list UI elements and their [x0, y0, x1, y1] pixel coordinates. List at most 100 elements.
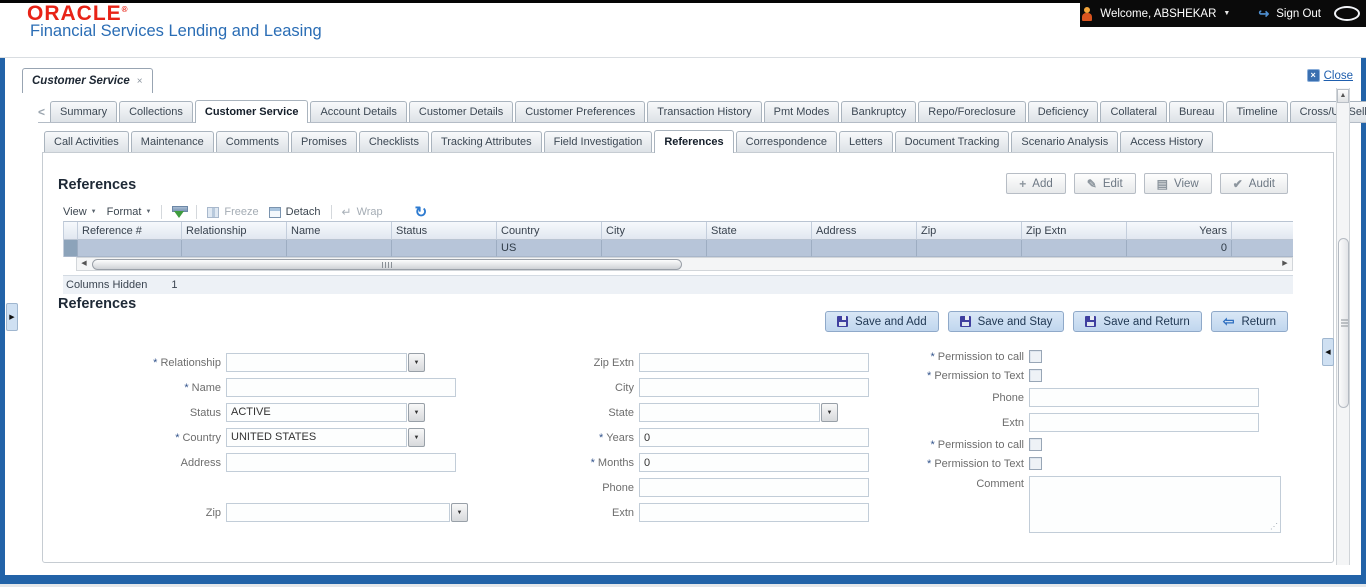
country-dropdown-icon[interactable]: ▼: [408, 428, 425, 447]
name-field[interactable]: [226, 378, 456, 397]
tab-deficiency[interactable]: Deficiency: [1027, 101, 1099, 122]
permission-to-call-checkbox-1[interactable]: [1029, 350, 1042, 363]
vertical-scrollbar[interactable]: ▲: [1336, 88, 1350, 565]
col-relationship[interactable]: Relationship: [182, 222, 287, 240]
zip-value[interactable]: [226, 503, 450, 522]
col-reference[interactable]: Reference #: [78, 222, 182, 240]
months-field[interactable]: [639, 453, 869, 472]
tab-collections[interactable]: Collections: [119, 101, 193, 122]
sign-out-link[interactable]: Sign Out: [1276, 8, 1321, 20]
subtab-correspondence[interactable]: Correspondence: [735, 131, 837, 152]
zip-dropdown-icon[interactable]: ▼: [451, 503, 468, 522]
col-zip-extn[interactable]: Zip Extn: [1022, 222, 1127, 240]
edit-button[interactable]: ✎ Edit: [1073, 173, 1136, 194]
window-tab-close-icon[interactable]: ×: [137, 76, 143, 87]
tab-timeline[interactable]: Timeline: [1226, 101, 1288, 122]
right-phone-field[interactable]: [1029, 388, 1259, 407]
tab-collateral[interactable]: Collateral: [1100, 101, 1167, 122]
status-dropdown-icon[interactable]: ▼: [408, 403, 425, 422]
status-select[interactable]: ACTIVE ▼: [226, 403, 425, 422]
tab-repo-foreclosure[interactable]: Repo/Foreclosure: [918, 101, 1026, 122]
subtab-access-history[interactable]: Access History: [1120, 131, 1213, 152]
return-button[interactable]: ⇦ Return: [1210, 311, 1288, 332]
col-state[interactable]: State: [707, 222, 812, 240]
zip-extn-field[interactable]: [639, 353, 869, 372]
state-dropdown-icon[interactable]: ▼: [821, 403, 838, 422]
subtab-call-activities[interactable]: Call Activities: [44, 131, 129, 152]
subtab-references[interactable]: References: [654, 130, 734, 153]
query-by-example-icon[interactable]: [172, 205, 189, 219]
state-select[interactable]: ▼: [639, 403, 838, 422]
comment-field[interactable]: [1029, 476, 1281, 533]
add-button[interactable]: + Add: [1006, 173, 1066, 194]
format-menu[interactable]: Format ▼: [107, 206, 152, 218]
horizontal-scrollbar[interactable]: ◀ ▶: [76, 257, 1293, 271]
col-name[interactable]: Name: [287, 222, 392, 240]
years-field[interactable]: [639, 428, 869, 447]
permission-to-call-checkbox-2[interactable]: [1029, 438, 1042, 451]
col-status[interactable]: Status: [392, 222, 497, 240]
subtab-scenario-analysis[interactable]: Scenario Analysis: [1011, 131, 1119, 152]
tab-account-details[interactable]: Account Details: [310, 101, 407, 122]
save-and-stay-button[interactable]: Save and Stay: [947, 311, 1065, 332]
relationship-select[interactable]: ▼: [226, 353, 425, 372]
tab-cross-up-sell[interactable]: Cross/Up Sell: [1289, 101, 1366, 122]
col-country[interactable]: Country: [497, 222, 602, 240]
subtab-comments[interactable]: Comments: [215, 131, 289, 152]
phone-field[interactable]: [639, 478, 869, 497]
subtab-document-tracking[interactable]: Document Tracking: [894, 131, 1010, 152]
status-value[interactable]: ACTIVE: [226, 403, 407, 422]
tab-customer-details[interactable]: Customer Details: [408, 101, 514, 122]
hscroll-left-icon[interactable]: ◀: [77, 258, 91, 270]
audit-button[interactable]: ✔ Audit: [1219, 173, 1288, 194]
close-button[interactable]: × Close: [1306, 69, 1353, 82]
tab-bureau[interactable]: Bureau: [1168, 101, 1225, 122]
save-and-add-button[interactable]: Save and Add: [824, 311, 939, 332]
left-panel-expander[interactable]: ▶: [6, 303, 18, 331]
col-zip[interactable]: Zip: [917, 222, 1022, 240]
permission-to-text-checkbox-2[interactable]: [1029, 457, 1042, 470]
hscroll-right-icon[interactable]: ▶: [1278, 258, 1292, 270]
tab-transaction-history[interactable]: Transaction History: [647, 101, 762, 122]
detach-button[interactable]: Detach: [268, 206, 321, 218]
right-panel-expander[interactable]: ◀: [1322, 338, 1334, 366]
tab-customer-preferences[interactable]: Customer Preferences: [515, 101, 646, 122]
resize-grip-icon[interactable]: ⋰: [1270, 522, 1278, 531]
tab-customer-service[interactable]: Customer Service: [194, 100, 309, 123]
state-value[interactable]: [639, 403, 820, 422]
subtab-maintenance[interactable]: Maintenance: [130, 131, 214, 152]
table-row[interactable]: US 0: [64, 240, 1293, 257]
relationship-dropdown-icon[interactable]: ▼: [408, 353, 425, 372]
tab-scroll-left-icon[interactable]: <: [38, 105, 50, 122]
vscroll-up-icon[interactable]: ▲: [1337, 89, 1349, 103]
city-field[interactable]: [639, 378, 869, 397]
subtab-tracking-attributes[interactable]: Tracking Attributes: [430, 131, 542, 152]
subtab-field-investigation[interactable]: Field Investigation: [543, 131, 653, 152]
col-city[interactable]: City: [602, 222, 707, 240]
extn-field[interactable]: [639, 503, 869, 522]
subtab-promises[interactable]: Promises: [290, 131, 357, 152]
country-select[interactable]: UNITED STATES ▼: [226, 428, 425, 447]
tab-pmt-modes[interactable]: Pmt Modes: [763, 101, 840, 122]
right-extn-field[interactable]: [1029, 413, 1259, 432]
relationship-value[interactable]: [226, 353, 407, 372]
view-menu[interactable]: View ▼: [63, 206, 97, 218]
wrap-button[interactable]: ↵ Wrap: [342, 205, 383, 219]
subtab-checklists[interactable]: Checklists: [358, 131, 429, 152]
subtab-letters[interactable]: Letters: [838, 131, 893, 152]
permission-to-text-checkbox-1[interactable]: [1029, 369, 1042, 382]
view-button[interactable]: ▤ View: [1143, 173, 1212, 194]
tab-summary[interactable]: Summary: [50, 101, 118, 122]
zip-select[interactable]: ▼: [226, 503, 468, 522]
refresh-icon[interactable]: ↻: [415, 203, 428, 221]
col-address[interactable]: Address: [812, 222, 917, 240]
col-years[interactable]: Years: [1127, 222, 1232, 240]
freeze-button[interactable]: Freeze: [207, 206, 259, 218]
address-field[interactable]: [226, 453, 456, 472]
tab-bankruptcy[interactable]: Bankruptcy: [841, 101, 917, 122]
save-and-return-button[interactable]: Save and Return: [1073, 311, 1202, 332]
window-tab-customer-service[interactable]: Customer Service ×: [22, 68, 153, 93]
row-selector-cell[interactable]: [64, 240, 78, 257]
welcome-menu[interactable]: Welcome, ABSHEKAR: [1100, 8, 1216, 20]
hscroll-thumb[interactable]: [92, 258, 682, 270]
